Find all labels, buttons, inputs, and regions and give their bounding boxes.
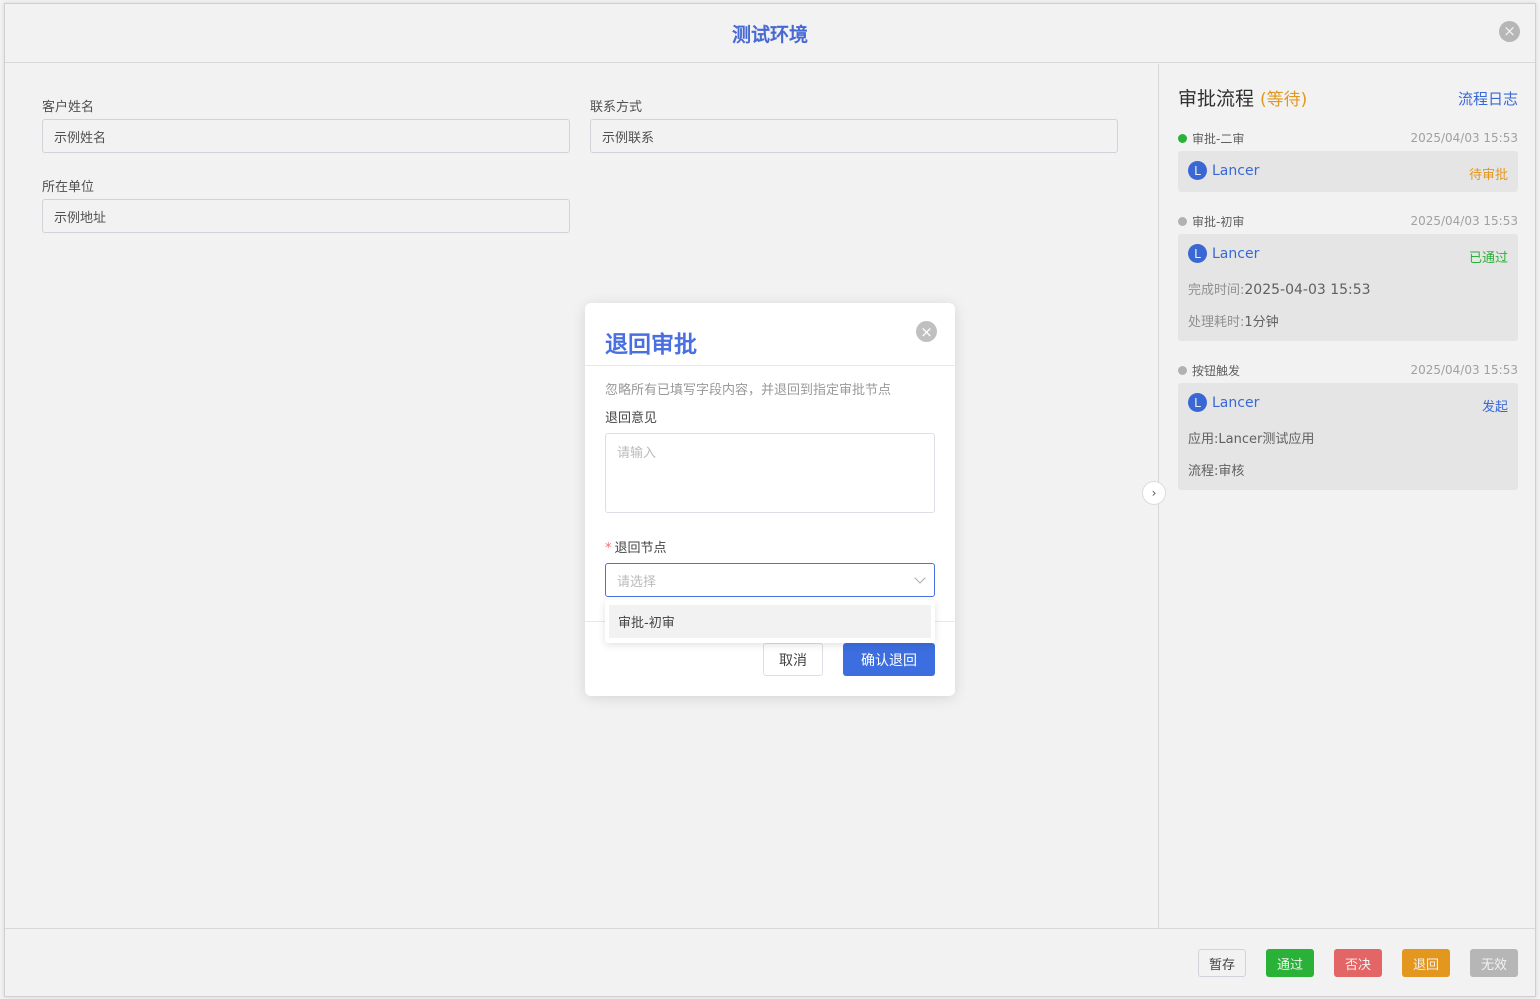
dialog-hint: 忽略所有已填写字段内容，并退回到指定审批节点 [605,383,892,398]
required-mark: * [605,541,612,556]
chevron-right-icon[interactable]: › [1142,481,1166,505]
return-node-label: * 退回节点 [605,537,667,556]
confirm-return-button[interactable]: 确认退回 [843,643,935,676]
cancel-button[interactable]: 取消 [763,643,823,676]
dropdown-option[interactable]: 审批-初审 [609,605,931,638]
dialog-title: 退回审批 [605,332,697,358]
return-node-dropdown: 审批-初审 [605,600,935,643]
close-circle-icon[interactable]: × [916,321,937,342]
return-node-label-text: 退回节点 [614,541,667,556]
return-opinion-input[interactable]: 请输入 [605,433,935,513]
chevron-down-icon [914,572,926,584]
dialog-divider [585,365,955,366]
return-node-select[interactable]: 请选择 [605,563,935,597]
return-opinion-label: 退回意见 [605,411,658,426]
select-placeholder: 请选择 [617,574,657,590]
